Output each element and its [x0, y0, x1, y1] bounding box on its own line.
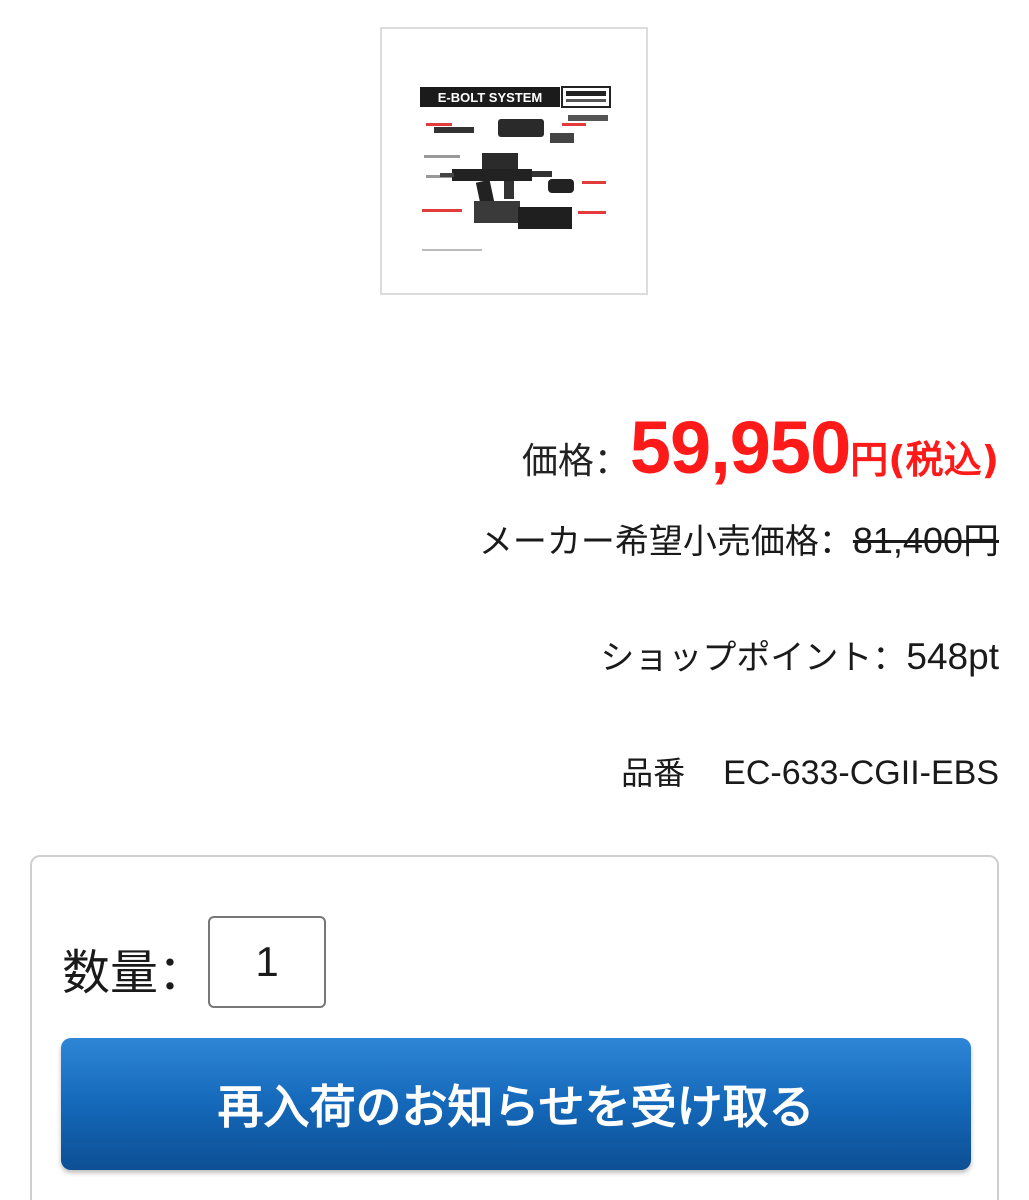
product-image: E-BOLT SYSTEM [382, 29, 646, 293]
quantity-label: 数量： [62, 945, 207, 1001]
msrp-amount: 81,400円 [852, 520, 999, 561]
price-amount: 59,950 [629, 406, 851, 489]
price-label: 価格： [521, 441, 630, 482]
shop-points-value: 548pt [906, 636, 999, 677]
product-code-value: EC-633-CGII-EBS [723, 754, 999, 792]
product-thumbnail[interactable]: E-BOLT SYSTEM [380, 27, 648, 295]
product-code-row: 品番 EC-633-CGII-EBS [621, 748, 999, 794]
price-row: 価格：59,950円(税込) [522, 405, 999, 490]
msrp-row: メーカー希望小売価格：81,400円 [479, 512, 999, 564]
restock-notify-button[interactable]: 再入荷のお知らせを受け取る [61, 1038, 971, 1170]
shop-points-label: ショップポイント： [600, 638, 907, 678]
cart-box: 数量： 再入荷のお知らせを受け取る [30, 855, 999, 1200]
product-page: E-BOLT SYSTEM 価格：59,950円(税込) メーカー希望小売価格：… [0, 0, 1029, 1200]
msrp-label: メーカー希望小売価格： [478, 522, 853, 562]
price-tax-suffix: 円(税込) [850, 438, 999, 482]
quantity-input[interactable] [208, 916, 326, 1008]
banner-text: E-BOLT SYSTEM [438, 90, 542, 105]
product-code-label: 品番 [621, 754, 686, 792]
shop-points-row: ショップポイント：548pt [600, 630, 999, 679]
